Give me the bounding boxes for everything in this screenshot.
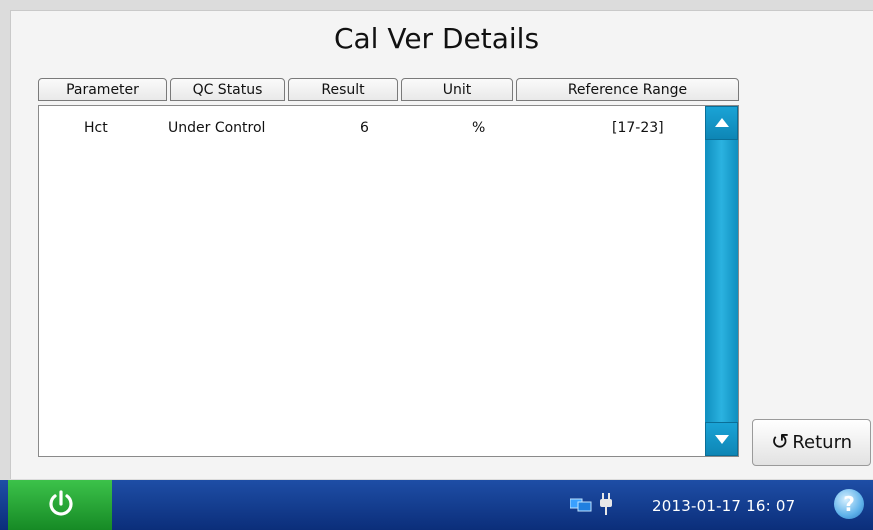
cell-result: 6	[360, 120, 369, 136]
cell-reference-range: [17-23]	[612, 120, 664, 136]
plug-icon	[600, 493, 612, 515]
vertical-scrollbar[interactable]	[705, 106, 738, 456]
column-header-unit[interactable]: Unit	[401, 78, 513, 101]
column-header-result[interactable]: Result	[288, 78, 398, 101]
return-button-label: Return	[792, 432, 853, 453]
cell-unit: %	[472, 120, 486, 136]
scroll-down-button[interactable]	[705, 422, 738, 456]
arrow-up-icon	[715, 118, 729, 127]
column-header-qc-status[interactable]: QC Status	[170, 78, 285, 101]
column-header-parameter[interactable]: Parameter	[38, 78, 167, 101]
results-table	[38, 105, 739, 457]
return-icon: ↺	[770, 429, 790, 455]
network-icon	[570, 498, 592, 512]
cell-parameter: Hct	[84, 120, 108, 136]
date-text: 2013-01-17	[652, 497, 742, 515]
power-icon	[49, 490, 73, 516]
page-title: Cal Ver Details	[333, 22, 540, 55]
screen: Cal Ver Details Parameter QC Status Resu…	[0, 0, 873, 530]
cell-qc-status: Under Control	[168, 120, 266, 136]
power-button[interactable]	[8, 480, 112, 530]
date-time-display: 2013-01-17 16: 07	[652, 497, 795, 515]
help-icon[interactable]: ?	[834, 489, 864, 519]
time-text: 16: 07	[746, 497, 796, 515]
return-button[interactable]: ↺ Return	[752, 419, 871, 466]
column-header-reference-range[interactable]: Reference Range	[516, 78, 739, 101]
scroll-up-button[interactable]	[705, 106, 738, 140]
arrow-down-icon	[715, 435, 729, 444]
